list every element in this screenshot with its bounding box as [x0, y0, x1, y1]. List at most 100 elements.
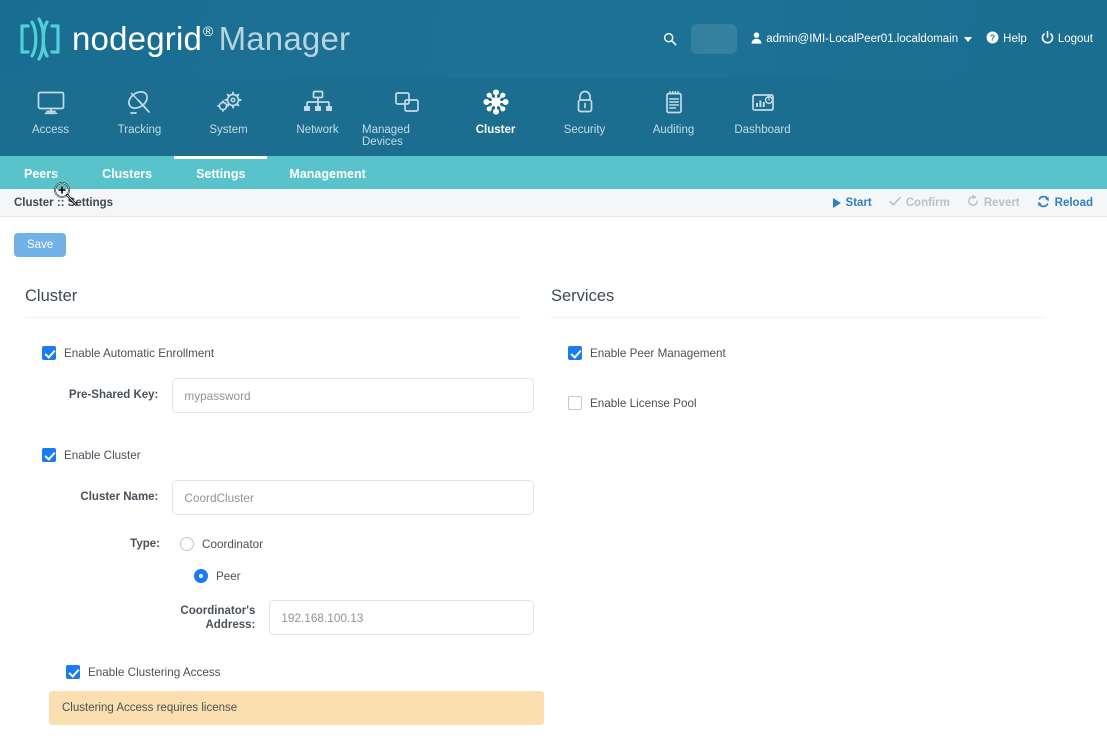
tab-management[interactable]: Management	[267, 156, 387, 189]
undo-icon	[967, 194, 979, 210]
network-tree-icon	[303, 86, 333, 120]
help-circle-icon: ?	[986, 31, 999, 47]
pre-shared-key-label: Pre-Shared Key:	[68, 389, 159, 402]
reload-button[interactable]: Reload	[1037, 195, 1093, 211]
chevron-down-icon	[964, 36, 973, 42]
breadcrumb: Cluster :: Settings	[14, 196, 114, 209]
nav-label: Network	[296, 124, 339, 136]
coordinator-address-label-line1: Coordinator's	[180, 604, 256, 617]
coordinator-label: Coordinator	[202, 537, 264, 551]
cluster-section: Cluster Enable Automatic Enrollment Pre-…	[14, 287, 544, 726]
start-label: Start	[845, 196, 872, 209]
type-row: Type: Coordinator	[25, 537, 534, 552]
coordinator-address-input[interactable]	[269, 600, 534, 636]
windows-stack-icon	[392, 86, 422, 120]
enable-peer-management-row[interactable]: Enable Peer Management	[568, 346, 1060, 360]
services-section: Services Enable Peer Management Enable L…	[540, 287, 1060, 725]
search-icon[interactable]	[663, 32, 677, 46]
enable-license-pool-label: Enable License Pool	[590, 396, 697, 410]
enable-automatic-enrollment-checkbox[interactable]	[42, 346, 56, 360]
header-right-controls: admin@IMI-LocalPeer01.localdomain ? Help…	[663, 24, 1107, 54]
brand-name: nodegrid	[72, 20, 203, 57]
cluster-hub-icon	[481, 86, 511, 120]
confirm-label: Confirm	[905, 196, 950, 209]
check-icon	[888, 196, 901, 210]
revert-label: Revert	[983, 196, 1020, 209]
settings-columns: Cluster Enable Automatic Enrollment Pre-…	[14, 287, 1093, 726]
user-icon	[751, 31, 762, 47]
type-option-coordinator[interactable]: Coordinator	[180, 537, 264, 552]
nav-item-access[interactable]: Access	[6, 78, 95, 156]
gears-icon	[214, 86, 244, 120]
cluster-name-input[interactable]	[172, 480, 534, 515]
page-content: Save Cluster Enable Automatic Enrollment…	[0, 217, 1107, 726]
nav-item-network[interactable]: Network	[273, 78, 362, 156]
enable-cluster-row[interactable]: Enable Cluster	[42, 448, 534, 462]
play-icon	[832, 197, 841, 208]
logout-button[interactable]: Logout	[1041, 30, 1093, 47]
enable-clustering-access-checkbox[interactable]	[66, 665, 80, 680]
app-header: nodegrid ® Manager admin@IMI-LocalPeer01…	[0, 0, 1107, 78]
nav-item-cluster[interactable]: Cluster	[451, 78, 540, 156]
tab-clusters[interactable]: Clusters	[80, 156, 174, 189]
breadcrumb-bar: Cluster :: Settings Start Confirm Revert	[0, 189, 1107, 217]
lock-icon	[570, 86, 600, 120]
enable-cluster-checkbox[interactable]	[42, 448, 56, 462]
enable-license-pool-row[interactable]: Enable License Pool	[568, 396, 1060, 410]
peer-radio[interactable]	[194, 569, 208, 584]
enable-clustering-access-row[interactable]: Enable Clustering Access	[66, 665, 534, 680]
reload-label: Reload	[1054, 196, 1093, 209]
pre-shared-key-row: Pre-Shared Key:	[25, 378, 534, 413]
chart-gauge-icon	[748, 86, 778, 120]
nav-item-managed-devices[interactable]: Managed Devices	[362, 78, 451, 156]
nav-label: Access	[31, 124, 70, 136]
services-section-title: Services	[551, 287, 1046, 318]
coordinator-address-row: Coordinator's Address:	[25, 600, 534, 636]
help-button[interactable]: ? Help	[986, 31, 1027, 47]
brand-registered-mark: ®	[203, 23, 214, 39]
type-option-peer[interactable]: Peer	[194, 569, 534, 584]
save-button[interactable]: Save	[14, 233, 67, 257]
nav-label: Security	[563, 124, 606, 136]
search-input[interactable]	[691, 24, 738, 54]
pre-shared-key-input[interactable]	[172, 378, 534, 413]
nav-label: Dashboard	[734, 124, 791, 136]
enable-peer-management-checkbox[interactable]	[568, 346, 582, 360]
type-label: Type:	[130, 538, 160, 550]
brand-subtitle: Manager	[218, 20, 351, 57]
logout-label: Logout	[1057, 33, 1093, 45]
cluster-name-row: Cluster Name:	[25, 480, 534, 515]
help-label: Help	[1003, 33, 1027, 45]
user-name: admin@IMI-LocalPeer01.localdomain	[766, 33, 959, 45]
nav-item-auditing[interactable]: Auditing	[629, 78, 718, 156]
nav-label: Managed Devices	[362, 124, 410, 148]
user-menu[interactable]: admin@IMI-LocalPeer01.localdomain	[751, 31, 973, 47]
nav-label: Auditing	[652, 124, 695, 136]
monitor-icon	[36, 86, 66, 120]
satellite-dish-icon	[125, 86, 155, 120]
breadcrumb-actions: Start Confirm Revert Reload	[832, 194, 1093, 211]
cluster-section-title: Cluster	[25, 287, 520, 318]
refresh-icon	[1037, 195, 1050, 211]
enable-peer-management-label: Enable Peer Management	[590, 346, 726, 360]
enable-license-pool-checkbox[interactable]	[568, 396, 582, 410]
nav-item-system[interactable]: System	[184, 78, 273, 156]
svg-text:?: ?	[990, 33, 995, 43]
nav-item-security[interactable]: Security	[540, 78, 629, 156]
license-warning-banner: Clustering Access requires license	[49, 691, 544, 726]
coordinator-radio[interactable]	[180, 537, 194, 552]
cluster-name-label: Cluster Name:	[80, 491, 159, 504]
peer-label: Peer	[216, 569, 241, 583]
start-button[interactable]: Start	[832, 196, 872, 209]
revert-button: Revert	[967, 194, 1020, 210]
brand[interactable]: nodegrid ® Manager	[0, 16, 350, 62]
nav-item-dashboard[interactable]: Dashboard	[718, 78, 807, 156]
sub-navigation: Peers Clusters Settings Management	[0, 156, 1107, 189]
enable-automatic-enrollment-row[interactable]: Enable Automatic Enrollment	[42, 346, 534, 360]
nav-label: Cluster	[475, 124, 516, 136]
nav-item-tracking[interactable]: Tracking	[95, 78, 184, 156]
tab-peers[interactable]: Peers	[2, 156, 80, 189]
enable-clustering-access-label: Enable Clustering Access	[88, 665, 221, 679]
tab-settings[interactable]: Settings	[174, 156, 268, 189]
confirm-button: Confirm	[888, 196, 950, 210]
